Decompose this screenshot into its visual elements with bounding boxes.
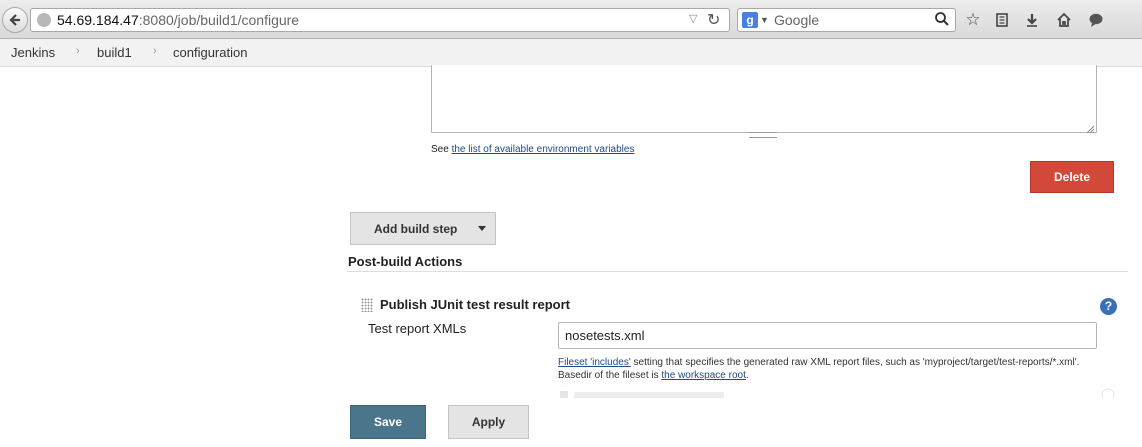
search-icon[interactable] <box>934 11 950 32</box>
globe-icon <box>37 13 51 27</box>
url-text[interactable]: 54.69.184.47:8080/job/build1/configure <box>57 12 299 28</box>
fileset-includes-link[interactable]: Fileset 'includes' <box>558 357 631 368</box>
workspace-root-link[interactable]: the workspace root <box>661 370 746 381</box>
back-button[interactable] <box>2 7 28 33</box>
browser-toolbar: 54.69.184.47:8080/job/build1/configure ▽… <box>0 0 1142 39</box>
env-variables-link[interactable]: the list of available environment variab… <box>452 144 635 155</box>
breadcrumb-jenkins[interactable]: Jenkins <box>11 45 55 60</box>
help-icon[interactable]: ? <box>1100 298 1117 315</box>
env-variables-note: See the list of available environment va… <box>431 144 635 155</box>
apply-button[interactable]: Apply <box>448 405 529 439</box>
fileset-help-text: Fileset 'includes' setting that specifie… <box>558 357 1080 381</box>
junit-step-title: Publish JUnit test result report <box>380 297 570 312</box>
breadcrumb: Jenkins › build1 › configuration <box>0 39 1142 67</box>
engine-caret-icon[interactable]: ▼ <box>760 15 769 25</box>
post-build-section-title: Post-build Actions <box>348 254 463 269</box>
test-report-label: Test report XMLs <box>368 321 467 336</box>
corner-resize-icon[interactable] <box>1085 121 1095 134</box>
caret-down-icon <box>478 226 486 231</box>
home-icon[interactable] <box>1054 10 1074 30</box>
breadcrumb-build1[interactable]: build1 <box>97 45 132 60</box>
add-build-step-button[interactable]: Add build step <box>350 212 496 245</box>
chat-icon[interactable] <box>1086 10 1106 30</box>
search-bar[interactable]: g ▼ Google <box>737 8 956 32</box>
reading-list-icon[interactable] <box>992 10 1012 30</box>
breadcrumb-separator: › <box>153 45 157 57</box>
google-icon[interactable]: g <box>742 12 758 28</box>
test-report-input[interactable] <box>558 322 1097 349</box>
resize-grip-icon[interactable] <box>749 132 777 138</box>
url-bar[interactable]: 54.69.184.47:8080/job/build1/configure ▽… <box>30 8 730 32</box>
add-build-step-label: Add build step <box>374 222 458 236</box>
drag-handle-icon[interactable] <box>361 298 373 312</box>
back-icon <box>9 14 20 26</box>
section-divider <box>347 271 1128 272</box>
search-placeholder[interactable]: Google <box>774 12 819 28</box>
delete-button[interactable]: Delete <box>1030 161 1114 193</box>
bookmark-star-icon[interactable]: ☆ <box>963 10 983 30</box>
download-icon[interactable] <box>1022 10 1042 30</box>
breadcrumb-separator: › <box>76 45 80 57</box>
save-button[interactable]: Save <box>350 405 426 439</box>
reload-icon[interactable]: ↻ <box>707 10 720 30</box>
breadcrumb-configuration[interactable]: configuration <box>173 45 247 60</box>
command-textarea[interactable] <box>431 65 1097 133</box>
dropdown-icon[interactable]: ▽ <box>689 12 697 25</box>
obscured-row <box>560 388 1115 398</box>
